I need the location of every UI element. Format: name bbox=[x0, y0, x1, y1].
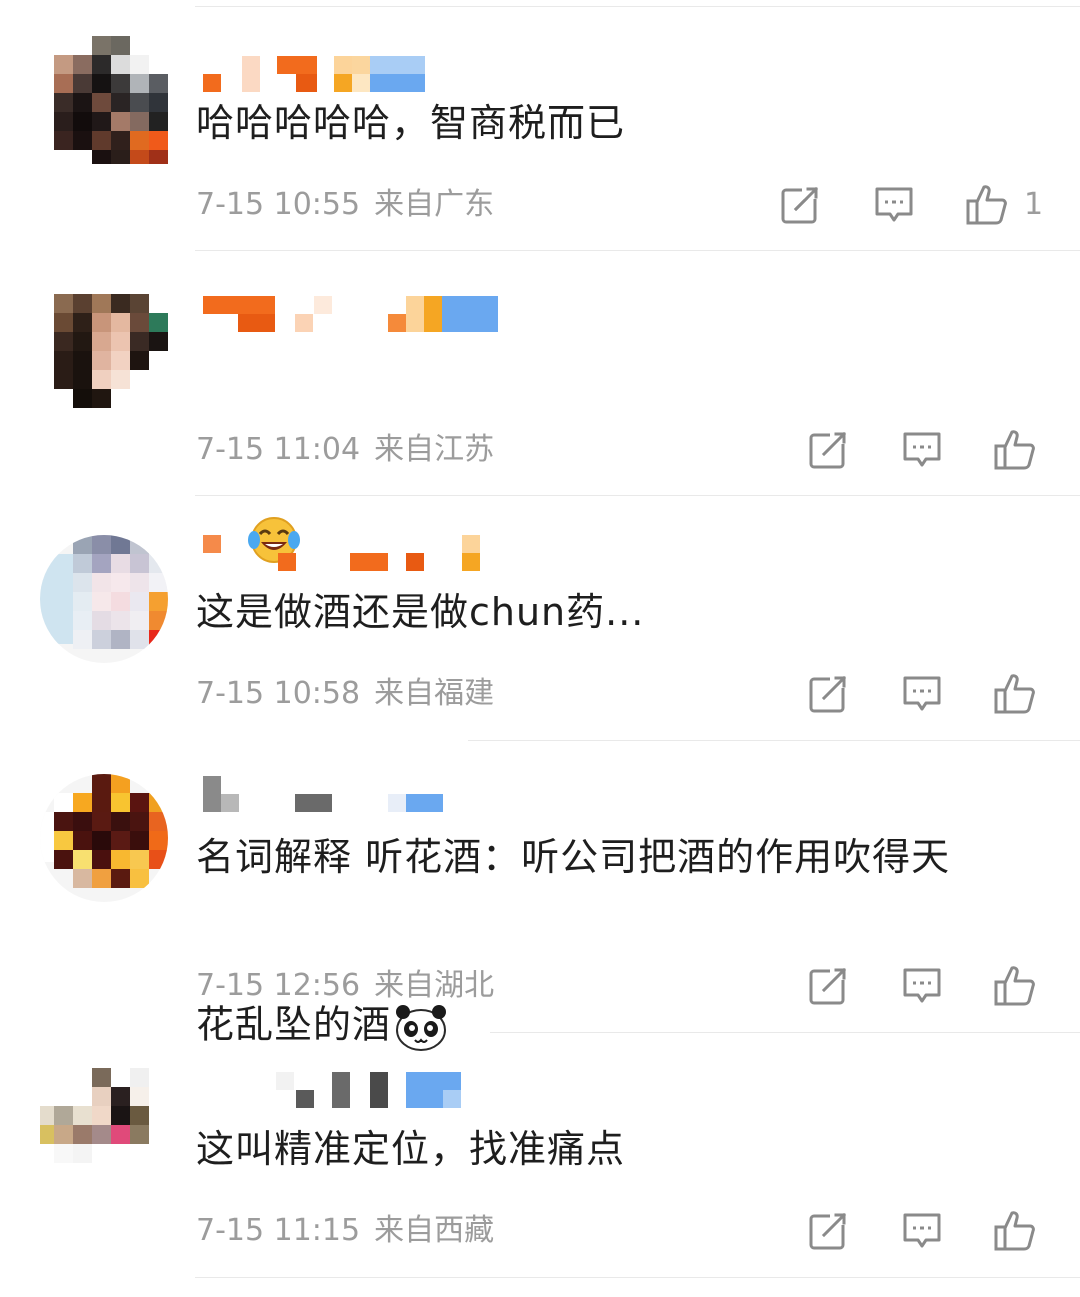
thumbs-up-icon bbox=[994, 430, 1035, 470]
comment-actions: 1 bbox=[0, 183, 1080, 227]
share-edit-icon bbox=[809, 966, 848, 1005]
repost-button[interactable] bbox=[778, 183, 822, 227]
username[interactable] bbox=[200, 535, 520, 571]
thumbs-up-icon bbox=[966, 185, 1007, 225]
username[interactable] bbox=[200, 296, 520, 332]
comment-text-content: 名词解释 听花酒：听公司把酒的作用吹得天 花乱坠的酒 bbox=[196, 835, 951, 1047]
comment-text: 这是做酒还是做chun药... bbox=[196, 590, 645, 634]
repost-button[interactable] bbox=[806, 964, 850, 1008]
share-edit-icon bbox=[809, 674, 848, 713]
comment-icon bbox=[903, 676, 941, 711]
share-edit-icon bbox=[809, 1211, 848, 1250]
avatar[interactable] bbox=[40, 535, 168, 663]
comment-icon bbox=[903, 432, 941, 467]
repost-button[interactable] bbox=[806, 1209, 850, 1253]
username[interactable] bbox=[200, 56, 520, 92]
divider bbox=[195, 1277, 1080, 1278]
avatar[interactable] bbox=[40, 36, 168, 164]
comment-button[interactable] bbox=[900, 672, 944, 716]
username[interactable] bbox=[200, 776, 520, 812]
comment-actions bbox=[0, 672, 1080, 716]
like-button[interactable] bbox=[993, 1209, 1037, 1253]
thumbs-up-icon bbox=[994, 674, 1035, 714]
username[interactable] bbox=[200, 1072, 520, 1108]
comment-button[interactable] bbox=[900, 1209, 944, 1253]
avatar[interactable] bbox=[40, 294, 168, 422]
comment-button[interactable] bbox=[900, 428, 944, 472]
comment-button[interactable] bbox=[872, 183, 916, 227]
like-button[interactable] bbox=[993, 964, 1037, 1008]
like-button[interactable] bbox=[993, 672, 1037, 716]
comment-icon bbox=[903, 968, 941, 1003]
like-button[interactable] bbox=[965, 183, 1009, 227]
avatar[interactable] bbox=[40, 1068, 168, 1196]
comment-item: 7-15 11:04 来自江苏 bbox=[0, 250, 1080, 563]
thumbs-up-icon bbox=[994, 966, 1035, 1006]
thumbs-up-icon bbox=[994, 1211, 1035, 1251]
comment-actions bbox=[0, 964, 1080, 1008]
comment-text: 这叫精准定位，找准痛点 bbox=[196, 1127, 626, 1171]
comment-icon bbox=[875, 187, 913, 222]
avatar[interactable] bbox=[40, 774, 168, 902]
comment-item: 这叫精准定位，找准痛点 7-15 11:15 来自西藏 bbox=[0, 1032, 1080, 1277]
comment-actions bbox=[0, 1209, 1080, 1253]
repost-button[interactable] bbox=[806, 672, 850, 716]
comment-actions bbox=[0, 428, 1080, 472]
like-count: 1 bbox=[1024, 187, 1044, 222]
comment-text: 哈哈哈哈哈，智商税而已 bbox=[196, 101, 626, 145]
repost-button[interactable] bbox=[806, 428, 850, 472]
comment-item: 哈哈哈哈哈，智商税而已 7-15 10:55 来自广东 1 bbox=[0, 0, 1080, 250]
comment-item: 这是做酒还是做chun药... 7-15 10:58 来自福建 bbox=[0, 495, 1080, 740]
comment-button[interactable] bbox=[900, 964, 944, 1008]
comment-icon bbox=[903, 1213, 941, 1248]
like-button[interactable] bbox=[993, 428, 1037, 472]
share-edit-icon bbox=[781, 185, 820, 224]
comment-item: 名词解释 听花酒：听公司把酒的作用吹得天 花乱坠的酒 7-15 12:56 来自湖… bbox=[0, 740, 1080, 1051]
share-edit-icon bbox=[809, 430, 848, 469]
